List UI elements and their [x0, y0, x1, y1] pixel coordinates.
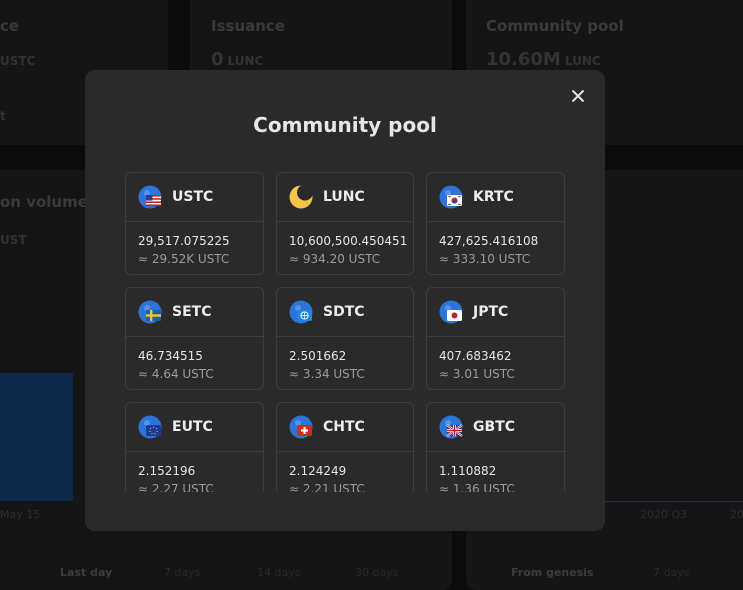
- coin-approx-value: ≈ 29.52K USTC: [138, 252, 230, 266]
- coin-amount: 46.734515: [138, 349, 203, 363]
- coin-card-body: 29,517.075225 ≈ 29.52K USTC: [126, 222, 263, 268]
- coin-approx-value: ≈ 3.01 USTC: [439, 367, 515, 381]
- coin-symbol: KRTC: [473, 189, 514, 205]
- coin-approx-value: ≈ 2.27 USTC: [138, 482, 214, 492]
- korea-flag-icon: [439, 185, 463, 209]
- coin-card-gbtc: GBTC 1.110882 ≈ 1.36 USTC: [426, 402, 565, 492]
- modal-overlay[interactable]: Community pool USTC 29,517.075225 ≈ 29.5…: [0, 0, 743, 582]
- coin-amount: 10,600,500.450451: [289, 234, 408, 248]
- coin-card-header: SETC: [126, 288, 263, 337]
- coin-card-header: KRTC: [427, 173, 564, 222]
- coin-approx-value: ≈ 4.64 USTC: [138, 367, 214, 381]
- coin-card-header: GBTC: [427, 403, 564, 452]
- coin-approx-value: ≈ 1.36 USTC: [439, 482, 515, 492]
- coin-approx-value: ≈ 3.34 USTC: [289, 367, 365, 381]
- coin-symbol: EUTC: [172, 419, 213, 435]
- coin-amount: 29,517.075225: [138, 234, 230, 248]
- coin-grid: USTC 29,517.075225 ≈ 29.52K USTC LUNC 10…: [125, 172, 565, 492]
- coin-card-body: 1.110882 ≈ 1.36 USTC: [427, 452, 564, 492]
- coin-amount: 1.110882: [439, 464, 497, 478]
- coin-card-body: 46.734515 ≈ 4.64 USTC: [126, 337, 263, 383]
- coin-card-chtc: CHTC 2.124249 ≈ 2.21 USTC: [276, 402, 414, 492]
- coin-symbol: JPTC: [473, 304, 509, 320]
- coin-symbol: GBTC: [473, 419, 515, 435]
- coin-card-header: JPTC: [427, 288, 564, 337]
- coin-card-sdtc: SDTC 2.501662 ≈ 3.34 USTC: [276, 287, 414, 390]
- coin-amount: 2.124249: [289, 464, 347, 478]
- coin-card-jptc: JPTC 407.683462 ≈ 3.01 USTC: [426, 287, 565, 390]
- coin-card-body: 10,600,500.450451 ≈ 934.20 USTC: [277, 222, 413, 268]
- coin-card-ustc: USTC 29,517.075225 ≈ 29.52K USTC: [125, 172, 264, 275]
- uk-flag-icon: [439, 415, 463, 439]
- coin-amount: 427,625.416108: [439, 234, 539, 248]
- coin-card-eutc: EUTC 2.152196 ≈ 2.27 USTC: [125, 402, 264, 492]
- coin-approx-value: ≈ 2.21 USTC: [289, 482, 365, 492]
- coin-card-header: CHTC: [277, 403, 413, 452]
- close-icon[interactable]: [569, 87, 587, 105]
- coin-amount: 407.683462: [439, 349, 512, 363]
- coin-amount: 2.152196: [138, 464, 196, 478]
- coin-symbol: CHTC: [323, 419, 365, 435]
- coin-card-header: EUTC: [126, 403, 263, 452]
- japan-flag-icon: [439, 300, 463, 324]
- coin-card-krtc: KRTC 427,625.416108 ≈ 333.10 USTC: [426, 172, 565, 275]
- coin-card-body: 407.683462 ≈ 3.01 USTC: [427, 337, 564, 383]
- coin-card-lunc: LUNC 10,600,500.450451 ≈ 934.20 USTC: [276, 172, 414, 275]
- coin-card-body: 2.501662 ≈ 3.34 USTC: [277, 337, 413, 383]
- swiss-flag-icon: [289, 415, 313, 439]
- coin-card-header: LUNC: [277, 173, 413, 222]
- coin-symbol: USTC: [172, 189, 214, 205]
- coin-approx-value: ≈ 934.20 USTC: [289, 252, 381, 266]
- us-flag-icon: [138, 185, 162, 209]
- coin-card-header: SDTC: [277, 288, 413, 337]
- modal-title: Community pool: [253, 113, 437, 137]
- luna-moon-icon: [289, 184, 313, 209]
- coin-card-body: 427,625.416108 ≈ 333.10 USTC: [427, 222, 564, 268]
- imf-sdr-icon: [289, 300, 313, 324]
- coin-symbol: SETC: [172, 304, 212, 320]
- coin-symbol: SDTC: [323, 304, 365, 320]
- coin-amount: 2.501662: [289, 349, 347, 363]
- sweden-flag-icon: [138, 300, 162, 324]
- coin-card-setc: SETC 46.734515 ≈ 4.64 USTC: [125, 287, 264, 390]
- eu-flag-icon: [138, 415, 162, 439]
- community-pool-modal: Community pool USTC 29,517.075225 ≈ 29.5…: [85, 70, 605, 531]
- coin-card-body: 2.152196 ≈ 2.27 USTC: [126, 452, 263, 492]
- coin-approx-value: ≈ 333.10 USTC: [439, 252, 531, 266]
- coin-symbol: LUNC: [323, 189, 365, 205]
- coin-card-body: 2.124249 ≈ 2.21 USTC: [277, 452, 413, 492]
- coin-card-header: USTC: [126, 173, 263, 222]
